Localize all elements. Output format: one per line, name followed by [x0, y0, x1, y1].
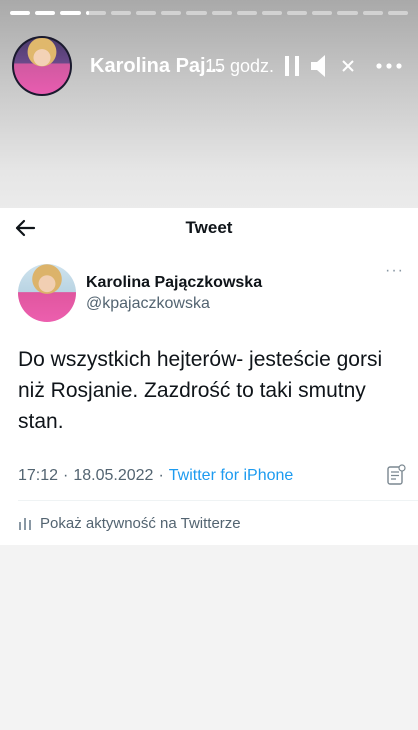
story-progress-segment — [186, 11, 207, 15]
bar-chart-icon — [18, 516, 32, 530]
story-background — [0, 0, 418, 215]
story-progress-segment — [60, 11, 81, 15]
tweet-analytics[interactable]: Pokaż aktywność na Twitterze — [18, 513, 241, 533]
story-progress-segment — [10, 11, 31, 15]
divider — [18, 500, 418, 501]
story-progress-segment — [85, 11, 106, 15]
analytics-label: Pokaż aktywność na Twitterze — [40, 514, 241, 532]
story-progress-segment — [236, 11, 257, 15]
page-title: Tweet — [185, 218, 233, 237]
story-progress-segment — [261, 11, 283, 15]
story-progress-fill — [85, 11, 89, 15]
story-progress-fill — [60, 11, 81, 15]
tweet-card: Tweet Karolina Pajączkowska @kpajaczkows… — [0, 208, 418, 545]
more-options-icon[interactable]: ··· — [385, 262, 404, 280]
pause-icon[interactable] — [284, 55, 300, 77]
story-header: Karolina Paj... 15 godz. — [12, 36, 406, 96]
meta-separator: · — [158, 467, 164, 484]
close-icon[interactable] — [342, 60, 354, 72]
story-progress-segment — [362, 11, 383, 15]
back-arrow-icon[interactable] — [14, 217, 36, 239]
avatar[interactable] — [18, 264, 76, 322]
story-progress-segment — [287, 11, 308, 15]
tweet-author: Karolina Pajączkowska @kpajaczkowska ··· — [18, 262, 408, 324]
more-icon[interactable] — [376, 63, 402, 69]
story-progress-segment — [35, 11, 56, 15]
story-progress-fill — [35, 11, 56, 15]
tweet-header: Tweet — [0, 208, 418, 248]
meta-separator: · — [63, 467, 69, 484]
author-handle[interactable]: @kpajaczkowska — [86, 295, 262, 313]
tweet-text: Do wszystkich hejterów- jesteście gorsi … — [18, 348, 383, 433]
tweet-date: 18.05.2022 — [73, 467, 154, 484]
tweet-time: 17:12 — [18, 467, 59, 484]
story-controls: 15 godz. — [197, 36, 402, 96]
story-progress-segment — [312, 11, 333, 15]
story-progress-segment — [337, 11, 358, 15]
story-progress-segment — [161, 11, 182, 15]
story-avatar[interactable] — [12, 36, 72, 96]
story-progress-fill — [10, 11, 31, 15]
tweet-meta: 17:12 · 18.05.2022 · Twitter for iPhone — [18, 464, 406, 486]
mute-icon[interactable] — [310, 53, 332, 79]
tweet-source-link[interactable]: Twitter for iPhone — [169, 467, 294, 485]
avatar — [14, 38, 70, 94]
story-progress-segment — [211, 11, 232, 15]
story-progress-segment — [135, 11, 157, 15]
document-icon — [386, 464, 406, 486]
story-progress-segment — [110, 11, 131, 15]
story-progress-bar — [10, 11, 408, 15]
author-name[interactable]: Karolina Pajączkowska — [86, 274, 262, 292]
story-time-ago: 15 godz. — [204, 55, 274, 76]
story-progress-segment — [387, 11, 408, 15]
